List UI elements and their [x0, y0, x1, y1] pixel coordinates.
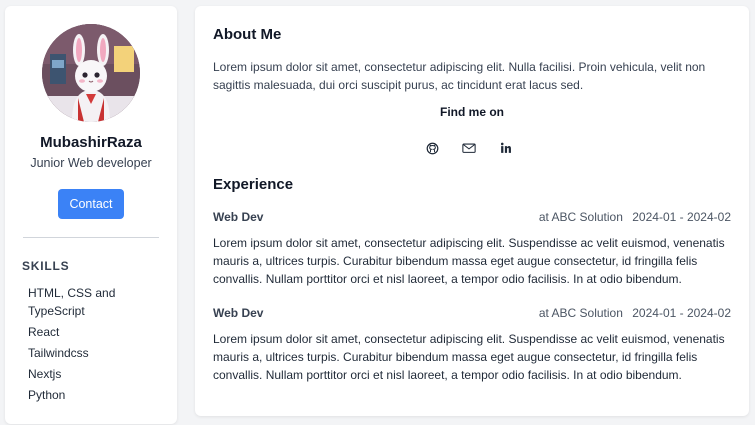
skill-item: Python	[28, 388, 66, 402]
main-content: About Me Lorem ipsum dolor sit amet, con…	[195, 6, 749, 416]
social-links	[425, 140, 513, 156]
skill-item: Tailwindcss	[28, 346, 89, 360]
experience-role: Web Dev	[213, 306, 264, 320]
profile-sidebar: MubashirRaza Junior Web developer Contac…	[5, 6, 177, 424]
experience-meta: at ABC Solution 2024-01 - 2024-02	[539, 306, 731, 320]
skills-list: HTML, CSS and TypeScript React Tailwindc…	[28, 284, 138, 407]
divider	[23, 237, 159, 238]
about-text: Lorem ipsum dolor sit amet, consectetur …	[213, 60, 706, 92]
email-link[interactable]	[462, 141, 476, 155]
profile-name: MubashirRaza	[40, 134, 142, 151]
find-me-label: Find me on	[440, 105, 504, 119]
avatar	[42, 24, 140, 122]
experience-item: Web Dev at ABC Solution 2024-01 - 2024-0…	[213, 304, 731, 384]
github-icon	[426, 142, 438, 154]
experience-description: Lorem ipsum dolor sit amet, consectetur …	[213, 236, 725, 286]
skill-item: HTML, CSS and TypeScript	[28, 286, 116, 318]
contact-button[interactable]: Contact	[58, 189, 124, 219]
experience-header: Web Dev at ABC Solution 2024-01 - 2024-0…	[213, 304, 731, 322]
skill-item: React	[28, 325, 60, 339]
linkedin-icon	[500, 142, 511, 153]
experience-company: at ABC Solution	[538, 210, 623, 224]
experience-company: at ABC Solution	[538, 306, 623, 320]
linkedin-link[interactable]	[499, 141, 513, 155]
profile-role: Junior Web developer	[30, 156, 152, 170]
experience-period: 2024-01 - 2024-02	[632, 210, 731, 224]
experience-role: Web Dev	[213, 210, 264, 224]
mail-icon	[462, 143, 476, 153]
experience-meta: at ABC Solution 2024-01 - 2024-02	[539, 210, 731, 224]
skills-heading: SKILLS	[22, 259, 70, 273]
avatar-bunny-illustration	[42, 24, 140, 122]
experience-item: Web Dev at ABC Solution 2024-01 - 2024-0…	[213, 208, 731, 288]
experience-title: Experience	[213, 176, 294, 193]
github-link[interactable]	[425, 141, 439, 155]
experience-description: Lorem ipsum dolor sit amet, consectetur …	[213, 332, 725, 382]
skill-item: Nextjs	[28, 367, 62, 381]
about-title: About Me	[213, 26, 282, 43]
experience-period: 2024-01 - 2024-02	[632, 306, 731, 320]
experience-header: Web Dev at ABC Solution 2024-01 - 2024-0…	[213, 208, 731, 226]
